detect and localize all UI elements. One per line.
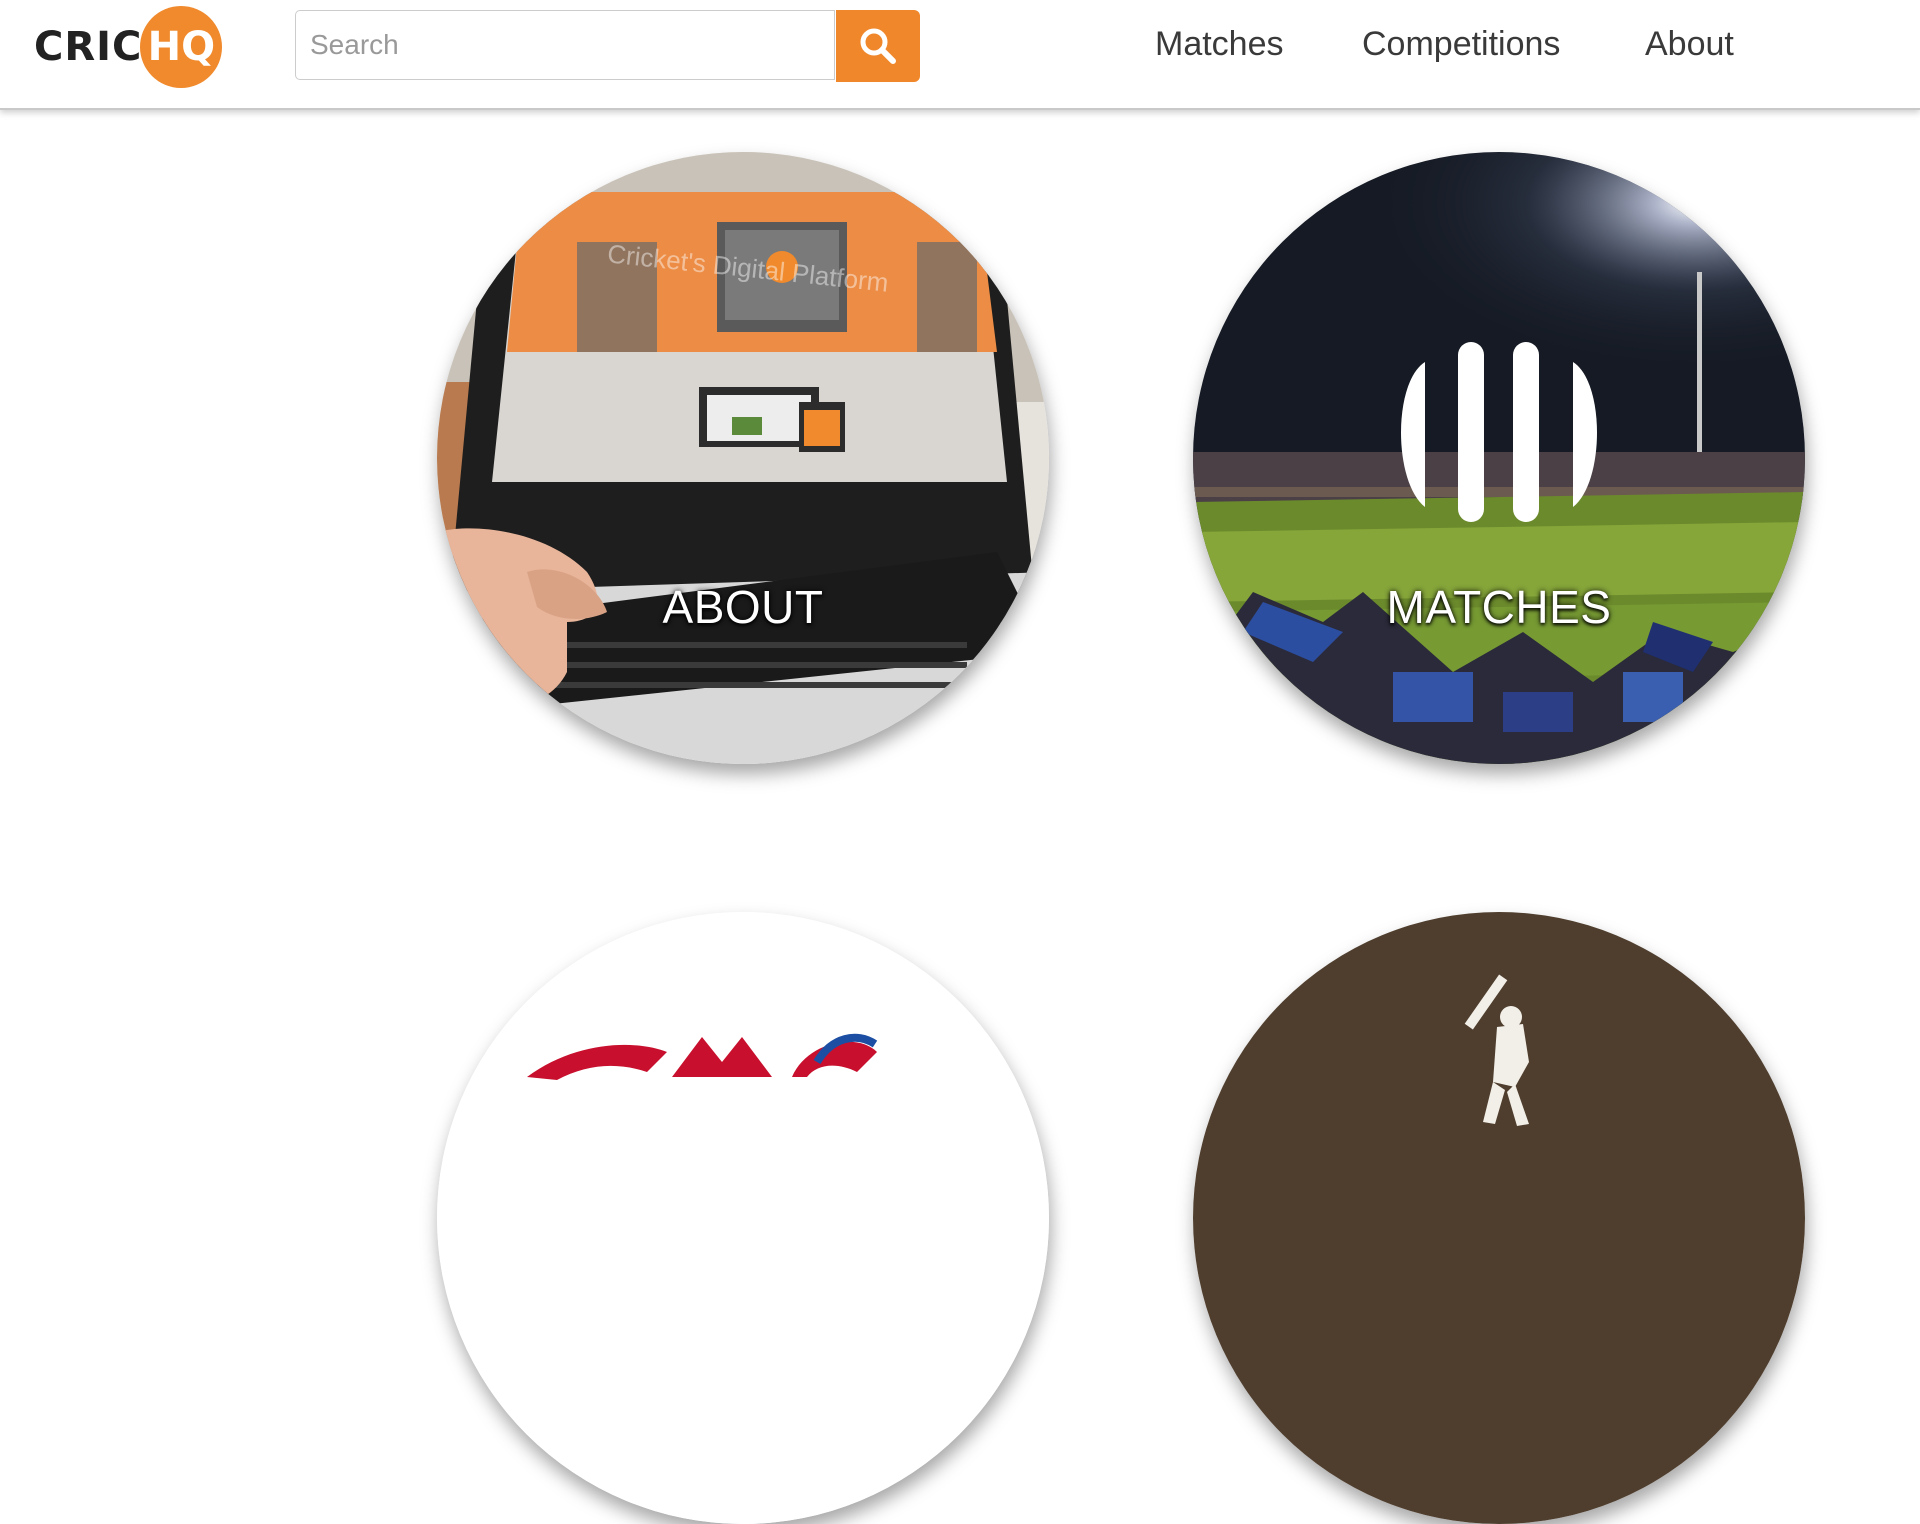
cricqh-logo[interactable]: CRIC HQ bbox=[34, 6, 223, 88]
nav-link-competitions[interactable]: Competitions bbox=[1362, 22, 1560, 66]
top-navbar: CRIC HQ Matches Competitions About bbox=[0, 0, 1920, 110]
search-input[interactable] bbox=[295, 10, 835, 80]
logo-text-hq: HQ bbox=[147, 24, 216, 70]
nav-link-matches[interactable]: Matches bbox=[1155, 22, 1284, 66]
competition-tile-left[interactable] bbox=[437, 912, 1049, 1524]
competition-logo-image bbox=[437, 912, 1049, 1524]
about-tile-label: ABOUT bbox=[662, 581, 824, 633]
nav-link-about[interactable]: About bbox=[1645, 22, 1734, 66]
competition-tile-right[interactable] bbox=[1193, 912, 1805, 1524]
matches-tile-label: MATCHES bbox=[1386, 581, 1612, 633]
stadium-photo bbox=[1193, 152, 1805, 764]
matches-tile[interactable]: MATCHES bbox=[1193, 152, 1805, 764]
laptop-photo: Cricket's Digital Platform bbox=[437, 152, 1049, 764]
search-icon bbox=[860, 28, 896, 64]
about-tile[interactable]: Cricket's Digital Platform ABOUT bbox=[437, 152, 1049, 764]
batsman-logo-image bbox=[1193, 912, 1805, 1524]
logo-text-cric: CRIC bbox=[34, 24, 143, 70]
search-button[interactable] bbox=[836, 10, 920, 82]
logo-circle: HQ bbox=[140, 6, 223, 88]
